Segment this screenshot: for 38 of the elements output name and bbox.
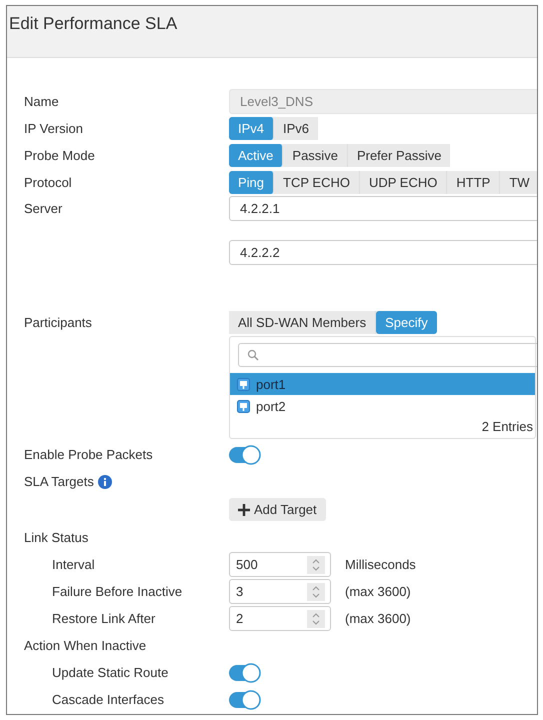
field-label: Probe Mode bbox=[24, 148, 95, 163]
search-field[interactable] bbox=[238, 343, 537, 367]
field-label: Update Static Route bbox=[52, 665, 168, 680]
toggle-switch[interactable] bbox=[229, 444, 261, 464]
field-label: Action When Inactive bbox=[24, 638, 146, 653]
unit-label: (max 3600) bbox=[345, 584, 411, 599]
field-label: SLA Targets bbox=[24, 474, 94, 489]
list-item[interactable]: port2 bbox=[230, 395, 535, 417]
number-field[interactable]: 3 bbox=[229, 579, 331, 604]
port-icon bbox=[237, 400, 250, 412]
number-field[interactable]: 500 bbox=[229, 552, 331, 577]
search-icon bbox=[247, 349, 259, 361]
text-field[interactable]: 4.2.2.2 bbox=[229, 240, 537, 265]
field-label: Enable Probe Packets bbox=[24, 447, 153, 462]
field-label: Name bbox=[24, 94, 59, 109]
port-icon bbox=[237, 378, 250, 390]
segment-option[interactable]: All SD-WAN Members bbox=[229, 311, 376, 334]
plus-icon bbox=[238, 504, 250, 516]
field-label: Interval bbox=[52, 557, 95, 572]
list-item[interactable]: port1 bbox=[230, 373, 535, 395]
field-label: Link Status bbox=[24, 530, 88, 545]
unit-label: Milliseconds bbox=[345, 557, 416, 572]
field-label: Failure Before Inactive bbox=[52, 584, 182, 599]
number-field[interactable]: 2 bbox=[229, 606, 331, 631]
entry-count: 2 Entries bbox=[482, 419, 533, 434]
dialog-title: Edit Performance SLA bbox=[9, 14, 178, 34]
field-label: Restore Link After bbox=[52, 611, 156, 626]
info-icon bbox=[98, 474, 112, 488]
add-target-button[interactable]: Add Target bbox=[229, 498, 326, 521]
field-label: Protocol bbox=[24, 175, 72, 190]
field-label: Cascade Interfaces bbox=[52, 692, 164, 707]
toggle-switch[interactable] bbox=[229, 690, 261, 710]
unit-label: (max 3600) bbox=[345, 611, 411, 626]
field-label: IP Version bbox=[24, 121, 84, 136]
field-label: Server bbox=[24, 200, 62, 216]
text-field[interactable]: 4.2.2.1 bbox=[229, 196, 537, 221]
field-label: Participants bbox=[24, 315, 92, 330]
toggle-switch[interactable] bbox=[229, 662, 261, 682]
